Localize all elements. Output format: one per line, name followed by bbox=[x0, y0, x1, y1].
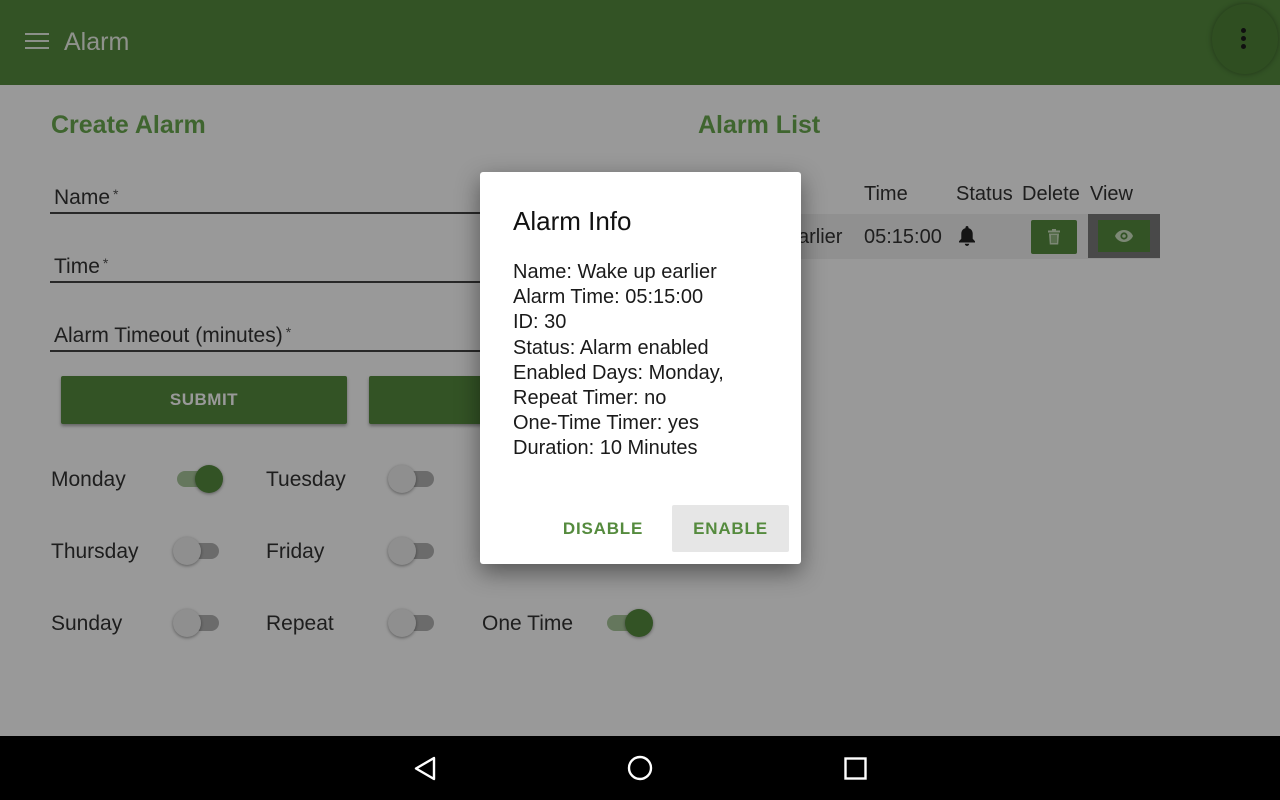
alarm-name-line: Name: Wake up earlier bbox=[513, 261, 717, 283]
disable-button[interactable]: DISABLE bbox=[555, 505, 651, 552]
duration-line: Duration: 10 Minutes bbox=[513, 437, 698, 460]
alarm-time-line: Alarm Time: 05:15:00 bbox=[513, 286, 704, 309]
alarm-status-line: Status: Alarm enabled bbox=[513, 336, 709, 359]
alarm-info-dialog: Alarm Info Name: Wake up earlier Alarm T… bbox=[480, 172, 801, 564]
one-time-timer-line: One-Time Timer: yes bbox=[513, 412, 699, 435]
dialog-body: Name: Wake up earlier Alarm Time: 05:15:… bbox=[513, 260, 724, 462]
enable-button[interactable]: ENABLE bbox=[672, 505, 789, 552]
enabled-days-line: Enabled Days: Monday, bbox=[513, 361, 724, 384]
system-nav-bar bbox=[0, 736, 1280, 800]
back-icon[interactable] bbox=[413, 756, 437, 781]
home-icon[interactable] bbox=[627, 755, 653, 781]
repeat-timer-line: Repeat Timer: no bbox=[513, 387, 667, 410]
recents-icon[interactable] bbox=[844, 757, 867, 780]
alarm-id-line: ID: 30 bbox=[513, 311, 567, 334]
dialog-title: Alarm Info bbox=[513, 206, 632, 236]
